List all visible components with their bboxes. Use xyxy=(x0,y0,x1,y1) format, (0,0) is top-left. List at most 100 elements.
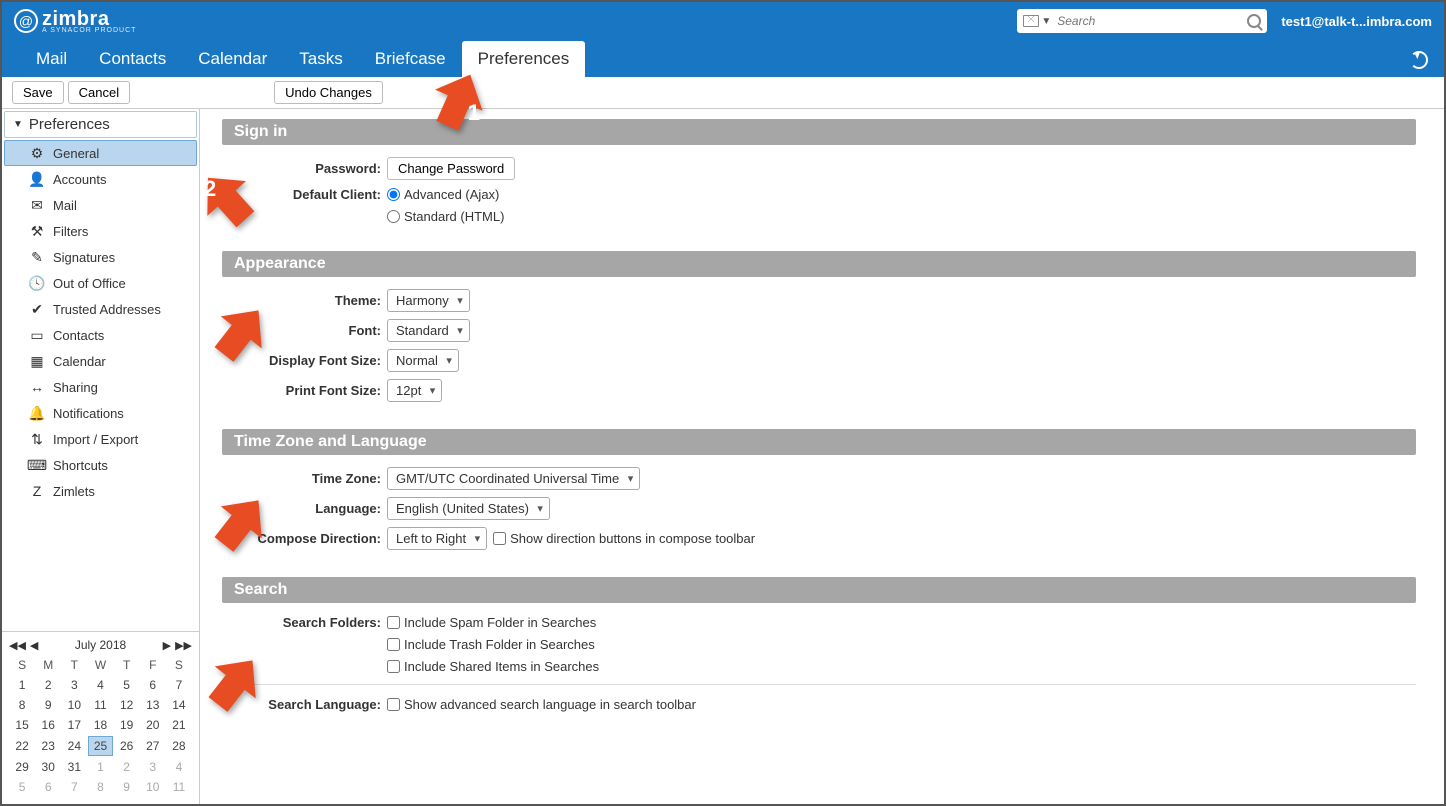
cal-day[interactable]: 9 xyxy=(36,696,60,714)
cal-day[interactable]: 19 xyxy=(115,716,139,734)
sidebar-item-shortcuts[interactable]: ⌨Shortcuts xyxy=(4,452,197,478)
theme-select[interactable]: Harmony xyxy=(387,289,470,312)
undo-changes-button[interactable]: Undo Changes xyxy=(274,81,383,104)
cal-day[interactable]: 16 xyxy=(36,716,60,734)
cal-day[interactable]: 4 xyxy=(88,676,112,694)
client-standard-radio[interactable] xyxy=(387,210,400,223)
sidebar-item-import-export[interactable]: ⇅Import / Export xyxy=(4,426,197,452)
cal-day[interactable]: 12 xyxy=(115,696,139,714)
sidebar-item-accounts[interactable]: 👤Accounts xyxy=(4,166,197,192)
cal-day[interactable]: 1 xyxy=(88,758,112,776)
print-font-select[interactable]: 12pt xyxy=(387,379,442,402)
sidebar-item-filters[interactable]: ⚒Filters xyxy=(4,218,197,244)
cal-day[interactable]: 10 xyxy=(62,696,86,714)
lang-select[interactable]: English (United States) xyxy=(387,497,550,520)
sidebar-item-contacts[interactable]: ▭Contacts xyxy=(4,322,197,348)
sidebar-item-general[interactable]: ⚙General xyxy=(4,140,197,166)
cal-day[interactable]: 23 xyxy=(36,736,60,756)
adv-search-lang-checkbox[interactable] xyxy=(387,698,400,711)
tab-calendar[interactable]: Calendar xyxy=(182,41,283,77)
cal-day[interactable]: 7 xyxy=(167,676,191,694)
tz-select[interactable]: GMT/UTC Coordinated Universal Time xyxy=(387,467,640,490)
include-spam-checkbox[interactable] xyxy=(387,616,400,629)
cal-day[interactable]: 2 xyxy=(115,758,139,776)
cal-day[interactable]: 3 xyxy=(141,758,165,776)
sidebar-item-calendar[interactable]: ▦Calendar xyxy=(4,348,197,374)
cal-day[interactable]: 2 xyxy=(36,676,60,694)
sidebar-item-sharing[interactable]: ↔Sharing xyxy=(4,374,197,400)
cal-day[interactable]: 18 xyxy=(88,716,112,734)
include-shared-checkbox[interactable] xyxy=(387,660,400,673)
user-menu[interactable]: test1@talk-t...imbra.com xyxy=(1281,14,1432,29)
client-advanced-radio[interactable] xyxy=(387,188,400,201)
change-password-button[interactable]: Change Password xyxy=(387,157,515,180)
cal-day[interactable]: 24 xyxy=(62,736,86,756)
cal-day[interactable]: 20 xyxy=(141,716,165,734)
cal-day[interactable]: 7 xyxy=(62,778,86,796)
caret-down-icon[interactable]: ▼ xyxy=(1041,16,1051,27)
out-of-office-icon: 🕓 xyxy=(29,275,45,291)
sidebar-item-label: Mail xyxy=(53,198,77,213)
cal-day[interactable]: 26 xyxy=(115,736,139,756)
cal-day[interactable]: 10 xyxy=(141,778,165,796)
tab-briefcase[interactable]: Briefcase xyxy=(359,41,462,77)
sidebar-item-zimlets[interactable]: ZZimlets xyxy=(4,478,197,504)
cancel-button[interactable]: Cancel xyxy=(68,81,130,104)
cal-next-year-icon[interactable]: ▶▶ xyxy=(174,639,193,652)
refresh-icon[interactable] xyxy=(1410,51,1428,69)
cal-day[interactable]: 1 xyxy=(10,676,34,694)
cal-day[interactable]: 11 xyxy=(88,696,112,714)
cal-day[interactable]: 5 xyxy=(115,676,139,694)
default-client-label: Default Client: xyxy=(222,187,387,202)
save-button[interactable]: Save xyxy=(12,81,64,104)
sidebar-header[interactable]: ▼ Preferences xyxy=(4,111,197,138)
cal-day[interactable]: 21 xyxy=(167,716,191,734)
cal-day[interactable]: 11 xyxy=(167,778,191,796)
cal-day[interactable]: 6 xyxy=(36,778,60,796)
cal-day[interactable]: 9 xyxy=(115,778,139,796)
logo: @ zimbra A SYNACOR PRODUCT xyxy=(14,9,136,34)
include-trash-checkbox[interactable] xyxy=(387,638,400,651)
show-dir-buttons-checkbox[interactable] xyxy=(493,532,506,545)
search-input[interactable] xyxy=(1057,14,1247,28)
sidebar-item-out-of-office[interactable]: 🕓Out of Office xyxy=(4,270,197,296)
cal-day[interactable]: 31 xyxy=(62,758,86,776)
tab-mail[interactable]: Mail xyxy=(20,41,83,77)
font-select[interactable]: Standard xyxy=(387,319,470,342)
cal-day[interactable]: 22 xyxy=(10,736,34,756)
sidebar-header-label: Preferences xyxy=(29,116,110,133)
cal-day[interactable]: 8 xyxy=(10,696,34,714)
cal-day[interactable]: 29 xyxy=(10,758,34,776)
sidebar-item-label: Shortcuts xyxy=(53,458,108,473)
sidebar-item-label: Contacts xyxy=(53,328,104,343)
tab-preferences[interactable]: Preferences xyxy=(462,41,586,77)
tab-contacts[interactable]: Contacts xyxy=(83,41,182,77)
search-icon[interactable] xyxy=(1247,14,1261,28)
cal-day[interactable]: 4 xyxy=(167,758,191,776)
sidebar-item-mail[interactable]: ✉Mail xyxy=(4,192,197,218)
cal-day[interactable]: 3 xyxy=(62,676,86,694)
compose-dir-select[interactable]: Left to Right xyxy=(387,527,487,550)
cal-next-month-icon[interactable]: ▶ xyxy=(162,639,172,652)
cal-day[interactable]: 27 xyxy=(141,736,165,756)
sidebar-item-trusted-addresses[interactable]: ✔Trusted Addresses xyxy=(4,296,197,322)
cal-prev-year-icon[interactable]: ◀◀ xyxy=(8,639,27,652)
mini-calendar: ◀◀ ◀ July 2018 ▶ ▶▶ SMTWTFS1234567891011… xyxy=(2,631,199,804)
cal-day[interactable]: 14 xyxy=(167,696,191,714)
sidebar-item-signatures[interactable]: ✎Signatures xyxy=(4,244,197,270)
cal-day[interactable]: 15 xyxy=(10,716,34,734)
search-box[interactable]: ▼ xyxy=(1017,9,1267,33)
cal-day[interactable]: 8 xyxy=(88,778,112,796)
cal-day[interactable]: 25 xyxy=(88,736,112,756)
cal-day[interactable]: 5 xyxy=(10,778,34,796)
cal-day[interactable]: 17 xyxy=(62,716,86,734)
tab-tasks[interactable]: Tasks xyxy=(283,41,358,77)
display-font-select[interactable]: Normal xyxy=(387,349,459,372)
cal-day[interactable]: 13 xyxy=(141,696,165,714)
cal-day[interactable]: 30 xyxy=(36,758,60,776)
cal-day[interactable]: 28 xyxy=(167,736,191,756)
sidebar-item-notifications[interactable]: 🔔Notifications xyxy=(4,400,197,426)
show-dir-buttons-label: Show direction buttons in compose toolba… xyxy=(510,531,755,546)
cal-prev-month-icon[interactable]: ◀ xyxy=(29,639,39,652)
cal-day[interactable]: 6 xyxy=(141,676,165,694)
